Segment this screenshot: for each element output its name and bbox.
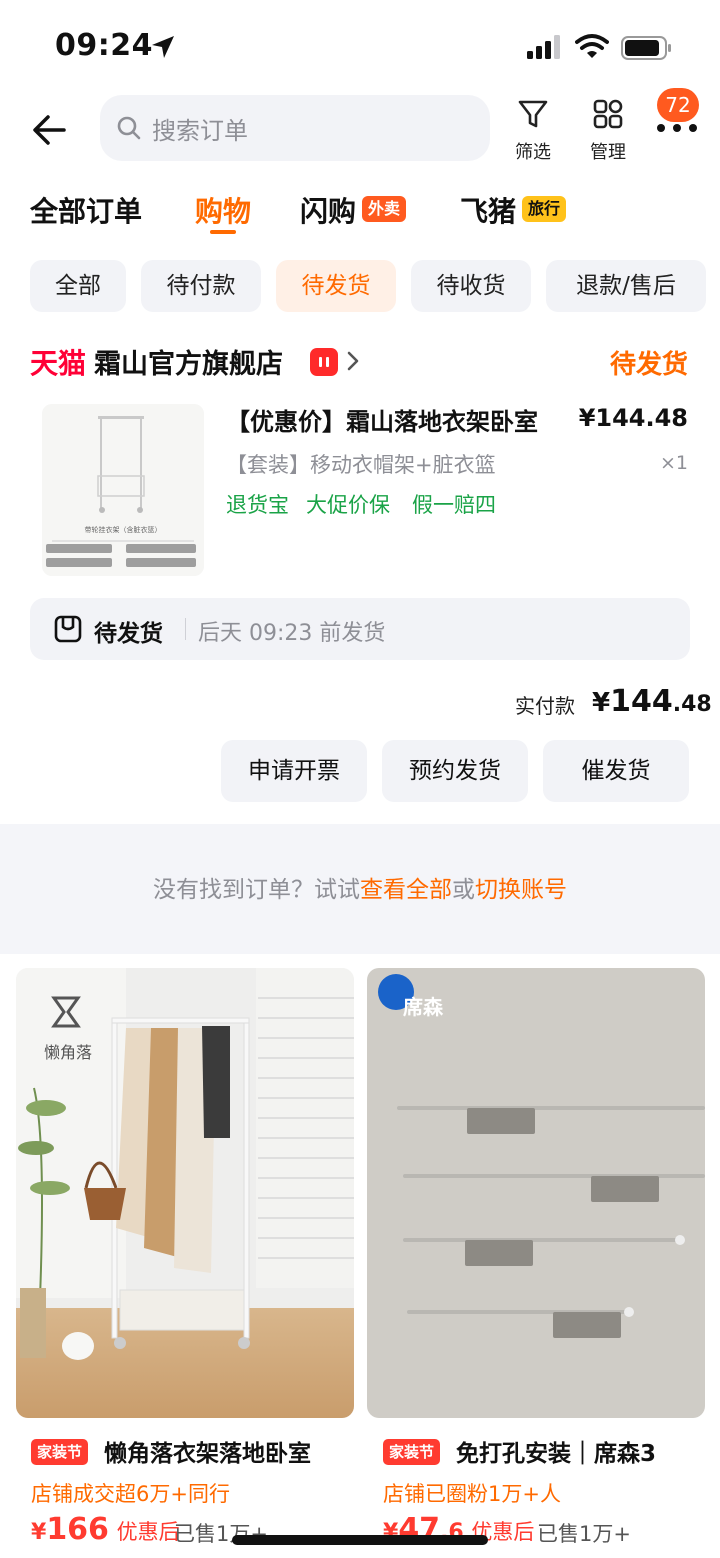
status-tab-pending-shipment[interactable]: 待发货: [276, 260, 396, 312]
product-thumbnail[interactable]: 带轮挂衣架（含脏衣篮）: [42, 404, 204, 576]
status-tab-refund[interactable]: 退款/售后: [546, 260, 706, 312]
hint-prefix: 没有找到订单？试试: [153, 877, 360, 903]
rec-subtitle: 店铺已圈粉1万+人: [383, 1482, 561, 1506]
shop-name[interactable]: 霜山官方旗舰店: [94, 342, 283, 381]
rec-currency: ¥: [31, 1520, 47, 1545]
home-indicator: [232, 1535, 488, 1545]
search-placeholder: 搜索订单: [152, 116, 248, 145]
rec-price: ¥166 优惠后: [31, 1512, 180, 1547]
order-not-found-hint: 没有找到订单？试试查看全部或切换账号: [0, 870, 720, 904]
service-price-protection: 大促价保: [306, 493, 390, 517]
tmall-logo: 天猫: [30, 347, 87, 380]
paid-amount: ¥144.48: [592, 684, 712, 719]
rec-subtitle: 店铺成交超6万+同行: [31, 1482, 230, 1506]
thumb-caption: 带轮挂衣架（含脏衣篮）: [85, 525, 162, 534]
paid-integer: 144: [610, 684, 673, 719]
tab-all-orders[interactable]: 全部订单: [30, 190, 142, 230]
urge-shipment-button[interactable]: 催发货: [543, 740, 689, 802]
back-arrow-icon[interactable]: [30, 110, 70, 150]
hint-middle: 或: [452, 877, 475, 903]
filter-icon: [518, 100, 548, 128]
shipping-status: 待发货: [94, 621, 163, 647]
battery-icon: [621, 36, 671, 60]
rec-title[interactable]: 懒角落衣架落地卧室: [104, 1434, 344, 1468]
brand-lanjiaoluo: 懒角落: [44, 1043, 92, 1062]
paid-currency: ¥: [592, 688, 611, 718]
filter-button[interactable]: 筛选: [498, 98, 568, 164]
active-tab-indicator: [210, 230, 236, 234]
festival-tag: 家装节: [31, 1439, 89, 1465]
rec-price-amount: 166: [46, 1512, 109, 1547]
status-time: 09:24: [55, 28, 153, 63]
product-sku: 【套装】移动衣帽架+脏衣篮: [226, 453, 496, 477]
tab-flash-buy[interactable]: 闪购: [300, 190, 356, 230]
status-bar: 09:24: [0, 0, 720, 90]
status-tab-all[interactable]: 全部: [30, 260, 126, 312]
message-count-badge: 72: [657, 88, 699, 122]
divider: [185, 618, 186, 640]
brand-xisen: 席森: [403, 995, 444, 1019]
service-authentic-guarantee: 假一赔四: [412, 493, 496, 517]
filter-label: 筛选: [515, 142, 551, 163]
rec-title[interactable]: 免打孔安装｜席森3: [456, 1434, 706, 1468]
service-return-insurance: 退货宝: [226, 493, 289, 517]
shipping-deadline: 后天 09:23 前发货: [198, 621, 386, 646]
tab-shopping[interactable]: 购物: [195, 190, 251, 230]
product-image-wall-rail[interactable]: 席森: [367, 968, 705, 1418]
schedule-shipment-button[interactable]: 预约发货: [382, 740, 528, 802]
product-image-coat-rack[interactable]: 懒角落: [16, 968, 354, 1418]
location-arrow-icon: [152, 36, 174, 58]
package-icon: [54, 615, 82, 643]
product-quantity: ×1: [659, 452, 688, 474]
chevron-right-icon[interactable]: [345, 350, 361, 372]
product-price: ¥144.48: [578, 404, 688, 432]
order-status: 待发货: [609, 350, 688, 380]
paid-decimal: .48: [672, 692, 712, 717]
view-all-link[interactable]: 查看全部: [360, 877, 452, 903]
rec-price-suffix: 优惠后: [116, 1520, 180, 1544]
product-title[interactable]: 【优惠价】霜山落地衣架卧室: [226, 402, 538, 437]
cellular-signal-icon: [527, 35, 560, 59]
switch-account-link[interactable]: 切换账号: [475, 877, 567, 903]
status-tab-pending-payment[interactable]: 待付款: [141, 260, 261, 312]
manage-button[interactable]: 管理: [573, 98, 643, 164]
store-icon: [310, 348, 338, 376]
status-tab-pending-receipt[interactable]: 待收货: [411, 260, 531, 312]
tab-fliggy[interactable]: 飞猪: [460, 190, 516, 230]
rec-sold-count: 已售1万+: [537, 1522, 631, 1546]
shipping-info-bar[interactable]: 待发货 后天 09:23 前发货: [30, 598, 690, 660]
festival-tag: 家装节: [383, 1439, 441, 1465]
search-icon: [117, 116, 141, 140]
travel-tag: 旅行: [522, 196, 567, 222]
request-invoice-button[interactable]: 申请开票: [221, 740, 367, 802]
paid-label: 实付款: [515, 694, 575, 718]
search-input[interactable]: 搜索订单: [100, 95, 490, 161]
takeout-tag: 外卖: [362, 196, 407, 222]
wifi-icon: [575, 34, 609, 58]
grid-icon: [593, 99, 623, 129]
manage-label: 管理: [590, 142, 626, 163]
